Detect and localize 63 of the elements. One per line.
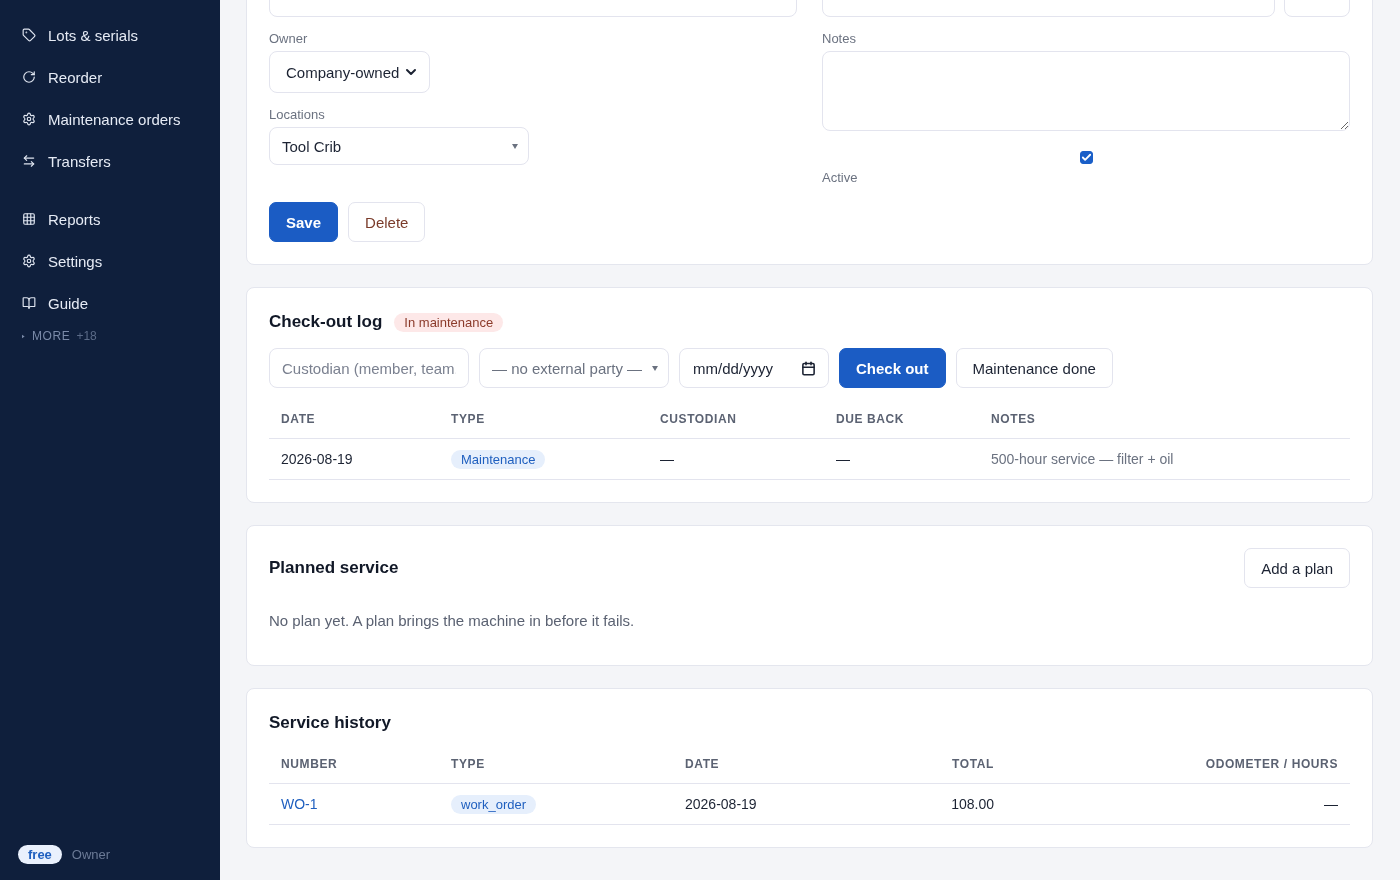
sidebar-item[interactable]: Lots & serials bbox=[0, 14, 220, 56]
tag-icon bbox=[22, 28, 36, 42]
table-cell: 108.00 bbox=[906, 783, 1006, 825]
table-cell: 2026-08-19 bbox=[673, 783, 906, 825]
save-button[interactable]: Save bbox=[269, 202, 339, 242]
table-cell: 500-hour service — filter + oil bbox=[979, 438, 1350, 480]
sidebar-item[interactable]: Transfers bbox=[0, 140, 220, 182]
table-cell: — bbox=[1006, 783, 1350, 825]
expand-caret-icon[interactable] bbox=[22, 333, 26, 339]
column-header: NOTES bbox=[979, 400, 1350, 439]
more-link[interactable]: MORE bbox=[32, 329, 71, 343]
dropdown-caret-icon bbox=[512, 143, 518, 149]
owner-select[interactable]: Company-owned bbox=[269, 51, 430, 93]
field-label: Owner bbox=[269, 31, 309, 46]
section-title: Service history bbox=[269, 713, 392, 733]
sidebar-item[interactable]: Reorder bbox=[0, 56, 220, 98]
column-header: DATE bbox=[269, 400, 439, 439]
custodian-field[interactable]: Custodian (member, team. bbox=[269, 348, 469, 388]
section-title: Check-out log bbox=[269, 312, 383, 332]
table-cell: — bbox=[648, 438, 824, 480]
section-title: Planned service bbox=[269, 558, 399, 578]
book-icon bbox=[22, 296, 36, 310]
sidebar-item[interactable]: Guide bbox=[0, 282, 220, 324]
column-header: DUE BACK bbox=[824, 400, 979, 439]
sidebar-item[interactable]: Reports bbox=[0, 198, 220, 240]
table-cell: 2026-08-19 bbox=[269, 438, 439, 480]
more-count: +18 bbox=[76, 329, 97, 343]
column-header: TYPE bbox=[439, 745, 673, 784]
column-header: TOTAL bbox=[906, 745, 1006, 784]
locations-select[interactable]: Tool Crib bbox=[269, 127, 529, 165]
active-checkbox[interactable] bbox=[1079, 151, 1093, 164]
status-badge: In maintenance bbox=[394, 312, 504, 332]
empty-state-text: No plan yet. A plan brings the machine in before it fails. bbox=[269, 612, 636, 629]
column-header: ODOMETER / HOURS bbox=[1006, 745, 1350, 784]
date-field[interactable]: mm/dd/yyyy bbox=[679, 348, 829, 388]
external-party-select[interactable]: — no external party — bbox=[479, 348, 669, 388]
swap-arrows-icon bbox=[22, 154, 36, 168]
field-label: Active bbox=[822, 170, 859, 185]
column-header: DATE bbox=[673, 745, 906, 784]
column-header: NUMBER bbox=[269, 745, 439, 784]
field-label: Locations bbox=[269, 107, 326, 122]
grid-icon bbox=[22, 212, 36, 226]
add-plan-button[interactable]: Add a plan bbox=[1244, 548, 1350, 588]
gear-icon bbox=[22, 254, 36, 268]
calendar-icon bbox=[801, 360, 816, 376]
maintenance-done-button[interactable]: Maintenance done bbox=[955, 348, 1113, 388]
sidebar-item[interactable]: Maintenance orders bbox=[0, 98, 220, 140]
field-label: Notes bbox=[822, 31, 857, 46]
refresh-icon bbox=[22, 70, 36, 84]
work-order-link[interactable]: WO-1 bbox=[281, 796, 318, 812]
gear-icon bbox=[22, 112, 36, 126]
check-out-button[interactable]: Check out bbox=[839, 348, 946, 388]
table-cell: — bbox=[824, 438, 979, 480]
notes-field[interactable] bbox=[822, 51, 1350, 131]
type-tag: work_order bbox=[451, 795, 537, 814]
type-tag: Maintenance bbox=[451, 450, 546, 469]
column-header: TYPE bbox=[439, 400, 648, 439]
column-header: CUSTODIAN bbox=[648, 400, 824, 439]
role-label: Owner bbox=[71, 847, 111, 862]
sidebar-item[interactable]: Settings bbox=[0, 240, 220, 282]
plan-badge: free bbox=[18, 845, 62, 864]
dropdown-caret-icon bbox=[652, 365, 658, 371]
delete-button[interactable]: Delete bbox=[348, 202, 426, 242]
